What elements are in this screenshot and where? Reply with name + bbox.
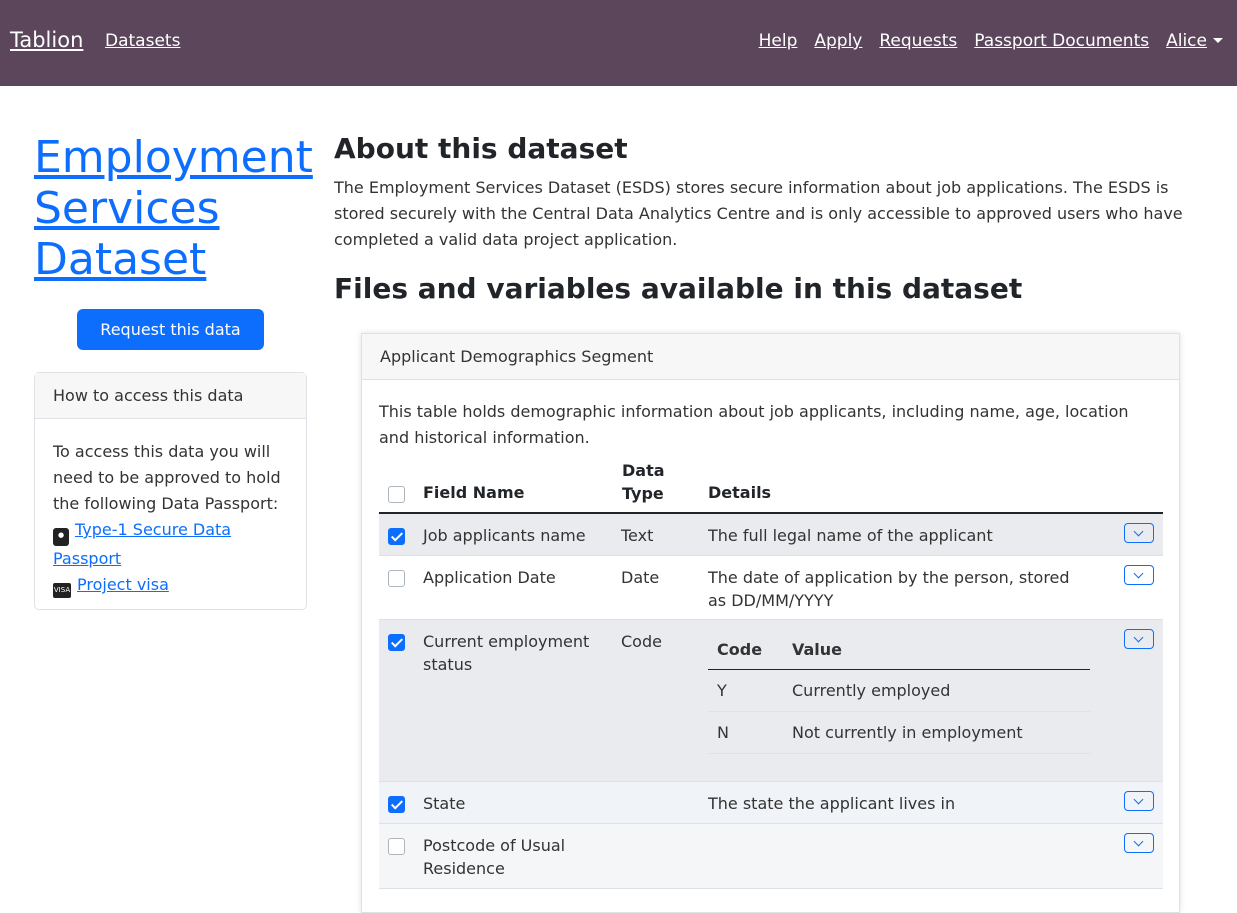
access-card-body: To access this data you will need to be … bbox=[35, 419, 306, 618]
col-field-name: Field Name bbox=[423, 483, 525, 502]
access-card-header: How to access this data bbox=[35, 373, 306, 419]
select-all-checkbox[interactable] bbox=[388, 486, 405, 503]
request-data-button[interactable]: Request this data bbox=[77, 309, 264, 350]
expand-row-button[interactable] bbox=[1124, 791, 1154, 811]
table-row[interactable]: State The state the applicant lives in bbox=[379, 782, 1163, 824]
nav-apply-link[interactable]: Apply bbox=[814, 31, 862, 51]
segment-description: This table holds demographic information… bbox=[379, 402, 1129, 447]
code-col-header: Code bbox=[717, 640, 763, 659]
code-label: Currently employed bbox=[792, 681, 951, 700]
segment-header: Applicant Demographics Segment bbox=[362, 334, 1179, 380]
passport-link[interactable]: Type-1 Secure Data Passport bbox=[53, 520, 231, 568]
row-checkbox[interactable] bbox=[388, 528, 405, 545]
field-name: Current employment status bbox=[423, 632, 590, 674]
col-data-type: Data Type bbox=[622, 461, 665, 503]
table-row[interactable]: Job applicants name Text The full legal … bbox=[379, 514, 1163, 556]
value-col-header: Value bbox=[792, 640, 843, 659]
row-checkbox[interactable] bbox=[388, 634, 405, 651]
table-header-row: Field Name Data Type Details bbox=[379, 459, 1163, 514]
user-menu-toggle[interactable]: Alice bbox=[1166, 31, 1223, 51]
code-table-row: N Not currently in employment bbox=[708, 712, 1090, 754]
code-table-header: Code Value bbox=[708, 630, 1090, 670]
col-details: Details bbox=[708, 483, 772, 502]
row-checkbox[interactable] bbox=[388, 796, 405, 813]
expand-row-button[interactable] bbox=[1124, 833, 1154, 853]
table-row[interactable]: Postcode of Usual Residence bbox=[379, 824, 1163, 889]
brand-link[interactable]: Tablion bbox=[10, 28, 83, 52]
nav-requests-link[interactable]: Requests bbox=[879, 31, 957, 51]
expand-row-button[interactable] bbox=[1124, 565, 1154, 585]
files-heading: Files and variables available in this da… bbox=[334, 272, 1023, 305]
code-table-row: Y Currently employed bbox=[708, 670, 1090, 712]
field-name: State bbox=[423, 794, 466, 813]
nav-passport-documents-link[interactable]: Passport Documents bbox=[974, 31, 1149, 51]
field-details: The state the applicant lives in bbox=[708, 794, 956, 813]
expand-row-button[interactable] bbox=[1124, 629, 1154, 649]
access-intro-text: To access this data you will need to be … bbox=[53, 442, 281, 513]
field-details: The full legal name of the applicant bbox=[708, 526, 993, 545]
fields-table: Field Name Data Type Details Job applica… bbox=[379, 459, 1163, 889]
passport-icon: ● bbox=[53, 528, 69, 546]
field-name: Job applicants name bbox=[423, 526, 586, 545]
dataset-title-link[interactable]: Employment Services Dataset bbox=[34, 132, 313, 285]
access-card: How to access this data To access this d… bbox=[34, 372, 307, 610]
expand-row-button[interactable] bbox=[1124, 523, 1154, 543]
nav-datasets-link[interactable]: Datasets bbox=[105, 31, 180, 51]
field-type: Code bbox=[621, 632, 662, 651]
field-details: The date of application by the person, s… bbox=[708, 568, 1070, 610]
visa-icon: VISA bbox=[53, 583, 71, 598]
about-heading: About this dataset bbox=[334, 132, 628, 165]
field-name: Application Date bbox=[423, 568, 556, 587]
table-row[interactable]: Application Date Date The date of applic… bbox=[379, 556, 1163, 620]
table-row[interactable]: Current employment status Code Code Valu… bbox=[379, 620, 1163, 782]
field-type: Text bbox=[621, 526, 654, 545]
row-checkbox[interactable] bbox=[388, 838, 405, 855]
nav-help-link[interactable]: Help bbox=[759, 31, 798, 51]
top-navbar: Tablion Datasets Help Apply Requests Pas… bbox=[0, 0, 1237, 86]
chevron-down-icon bbox=[1213, 38, 1223, 43]
about-text: The Employment Services Dataset (ESDS) s… bbox=[334, 178, 1183, 249]
code-value: Y bbox=[717, 681, 727, 700]
code-table: Code Value Y Currently employed N Not cu… bbox=[708, 630, 1090, 754]
user-name: Alice bbox=[1166, 31, 1207, 51]
field-name: Postcode of Usual Residence bbox=[423, 836, 566, 878]
code-label: Not currently in employment bbox=[792, 723, 1023, 742]
row-checkbox[interactable] bbox=[388, 570, 405, 587]
segment-card: Applicant Demographics Segment This tabl… bbox=[361, 333, 1180, 913]
field-type: Date bbox=[621, 568, 660, 587]
dataset-title: Employment Services Dataset bbox=[34, 132, 314, 285]
project-visa-link[interactable]: Project visa bbox=[77, 575, 169, 594]
nav-right-group: Help Apply Requests Passport Documents A… bbox=[759, 31, 1223, 51]
code-value: N bbox=[717, 723, 729, 742]
